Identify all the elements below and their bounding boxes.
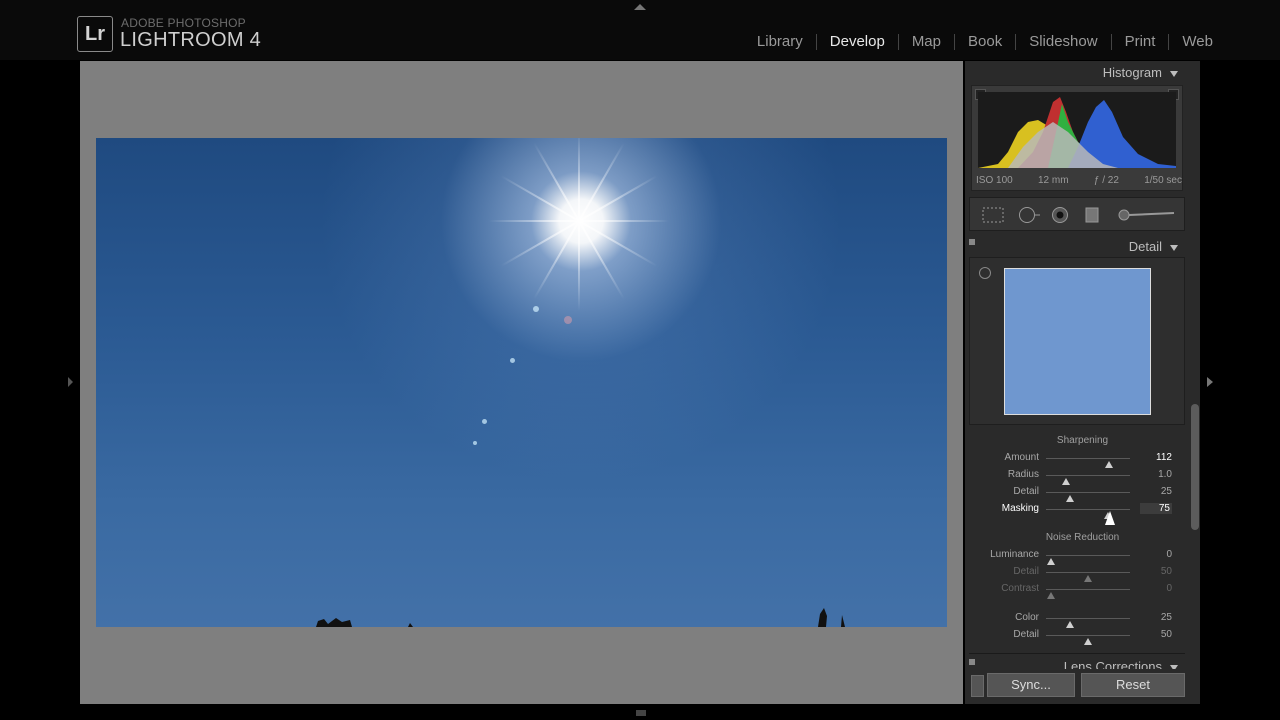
slider-thumb[interactable] (1084, 638, 1092, 645)
exif-iso: ISO 100 (976, 175, 1013, 186)
left-panel-toggle-icon[interactable] (68, 377, 73, 387)
panel-footer: Sync... Reset (965, 669, 1200, 704)
masking-slider[interactable]: Masking 75 (965, 503, 1200, 519)
module-library[interactable]: Library (744, 34, 817, 50)
slider-value[interactable]: 112 (1140, 452, 1172, 463)
exif-aperture: ƒ / 22 (1093, 175, 1119, 186)
exif-shutter: 1/50 sec (1144, 175, 1182, 186)
module-map[interactable]: Map (899, 34, 955, 50)
luminance-slider[interactable]: Luminance 0 (965, 549, 1200, 565)
panel-scrollbar[interactable] (1191, 404, 1199, 530)
slider-label: Radius (1007, 469, 1039, 480)
slider-label: Luminance (990, 549, 1039, 560)
slider-value[interactable]: 0 (1140, 583, 1172, 594)
slider-thumb[interactable] (1105, 461, 1113, 468)
auto-sync-toggle[interactable] (971, 675, 984, 697)
crop-tool-icon[interactable] (980, 206, 1006, 224)
slider-thumb[interactable] (1062, 478, 1071, 485)
filmstrip-toggle-icon[interactable] (636, 710, 646, 716)
spot-removal-icon[interactable] (1016, 206, 1042, 224)
histogram: ISO 100 12 mm ƒ / 22 1/50 sec (971, 85, 1183, 191)
slider-thumb[interactable] (1084, 575, 1092, 582)
slider-value[interactable]: 1.0 (1140, 469, 1172, 480)
reset-button[interactable]: Reset (1081, 673, 1185, 697)
detail-title: Detail (1128, 239, 1162, 254)
slider-value[interactable]: 25 (1140, 612, 1172, 623)
red-eye-icon[interactable] (1050, 206, 1070, 224)
detail-slider[interactable]: Detail 25 (965, 486, 1200, 502)
brand-title: LIGHTROOM 4 (120, 29, 262, 51)
adjustment-brush-icon[interactable] (1116, 206, 1178, 224)
lr-logo: Lr (77, 16, 113, 52)
right-panel-toggle-icon[interactable] (1207, 377, 1213, 387)
color-slider[interactable]: Color 25 (965, 612, 1200, 628)
tool-strip (969, 197, 1185, 231)
radius-slider[interactable]: Radius 1.0 (965, 469, 1200, 485)
panel-switch-icon[interactable] (969, 659, 975, 665)
lightroom-window: Lr ADOBE PHOTOSHOP LIGHTROOM 4 Library D… (0, 0, 1280, 720)
slider-label: Amount (1004, 452, 1039, 463)
module-develop[interactable]: Develop (817, 34, 899, 50)
slider-label: Masking (1001, 503, 1039, 514)
module-book[interactable]: Book (955, 34, 1017, 50)
amount-slider[interactable]: Amount 112 (965, 452, 1200, 468)
lens-corrections-title: Lens Corrections (1063, 659, 1162, 669)
slider-label: Color (1015, 612, 1039, 623)
histogram-header[interactable]: Histogram (1103, 65, 1178, 80)
collapse-triangle-icon[interactable] (1170, 70, 1178, 77)
noise-reduction-title: Noise Reduction (1045, 532, 1120, 543)
detail-zoom-preview[interactable] (1004, 268, 1151, 415)
histogram-graph (978, 92, 1176, 168)
luminance-detail-slider[interactable]: Detail 50 (965, 566, 1200, 582)
slider-label: Detail (1013, 486, 1039, 497)
photo-preview[interactable] (96, 138, 947, 627)
slider-label: Detail (1013, 629, 1039, 640)
collapse-triangle-icon[interactable] (1170, 244, 1178, 251)
slider-value[interactable]: 0 (1140, 549, 1172, 560)
slider-value[interactable]: 50 (1140, 629, 1172, 640)
slider-value[interactable]: 25 (1140, 486, 1172, 497)
silhouette-overlay (316, 608, 845, 627)
develop-right-panel: Histogram ISO 100 12 mm ƒ / 22 1/50 sec (965, 61, 1200, 704)
module-web[interactable]: Web (1169, 34, 1213, 50)
module-print[interactable]: Print (1112, 34, 1170, 50)
sharpening-title: Sharpening (1056, 435, 1109, 446)
slider-thumb[interactable] (1065, 621, 1074, 628)
slider-label: Detail (1013, 566, 1039, 577)
exif-info: ISO 100 12 mm ƒ / 22 1/50 sec (976, 175, 1182, 186)
brand-subtitle: ADOBE PHOTOSHOP (121, 16, 246, 30)
slider-value[interactable]: 75 (1140, 503, 1172, 514)
sync-button[interactable]: Sync... (987, 673, 1075, 697)
exif-focal-length: 12 mm (1038, 175, 1069, 186)
mouse-cursor-icon (1105, 511, 1115, 525)
detail-header[interactable]: Detail (1129, 239, 1178, 254)
slider-thumb[interactable] (1047, 558, 1056, 565)
luminance-contrast-slider[interactable]: Contrast 0 (965, 583, 1200, 599)
detail-preview-box (969, 257, 1185, 425)
module-picker: Library Develop Map Book Slideshow Print… (744, 34, 1213, 50)
slider-thumb[interactable] (1065, 495, 1074, 502)
target-icon[interactable] (979, 267, 991, 279)
graduated-filter-icon[interactable] (1084, 206, 1100, 224)
image-canvas (80, 61, 963, 704)
histogram-title: Histogram (1102, 65, 1162, 80)
slider-value[interactable]: 50 (1140, 566, 1172, 577)
panel-switch-icon[interactable] (969, 239, 975, 245)
lens-corrections-header[interactable]: Lens Corrections (1064, 657, 1178, 669)
top-bar: Lr ADOBE PHOTOSHOP LIGHTROOM 4 Library D… (0, 0, 1280, 60)
module-slideshow[interactable]: Slideshow (1016, 34, 1112, 50)
slider-label: Contrast (1001, 583, 1039, 594)
color-detail-slider[interactable]: Detail 50 (965, 629, 1200, 645)
slider-thumb[interactable] (1047, 592, 1056, 599)
top-panel-toggle-icon[interactable] (634, 4, 646, 10)
